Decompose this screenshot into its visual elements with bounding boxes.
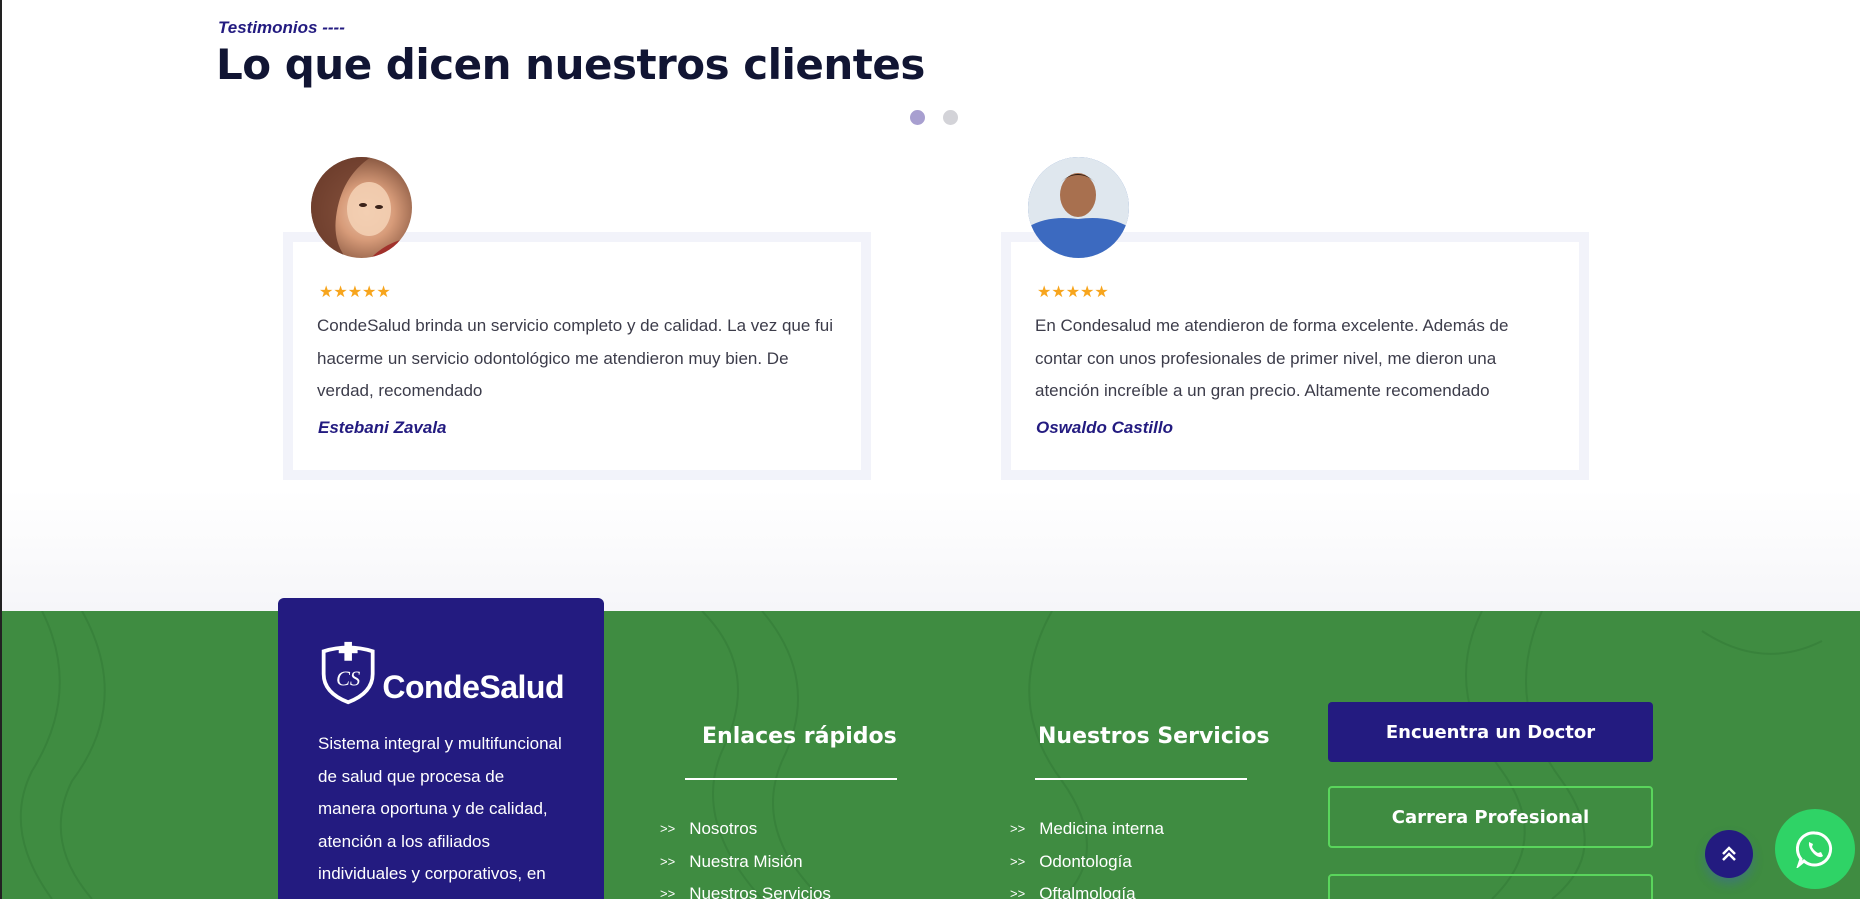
chevron-right-icon: >> bbox=[1010, 853, 1026, 869]
career-button[interactable]: Carrera Profesional bbox=[1328, 786, 1653, 848]
chevron-right-icon: >> bbox=[660, 886, 676, 899]
link-label: Oftalmología bbox=[1039, 884, 1136, 899]
link-label: Medicina interna bbox=[1039, 819, 1164, 838]
logo-text: CondeSalud bbox=[382, 669, 564, 705]
footer-brand-box: CS CondeSalud Sistema integral y multifu… bbox=[278, 598, 604, 899]
chevron-right-icon: >> bbox=[1010, 886, 1026, 899]
shield-cross-logo-icon: CS bbox=[321, 641, 375, 705]
avatar bbox=[311, 157, 412, 258]
avatar-photo-icon bbox=[1028, 157, 1129, 258]
footer-link-nosotros[interactable]: >> Nosotros bbox=[660, 813, 831, 846]
carousel-dots bbox=[910, 110, 958, 125]
carousel-dot-1[interactable] bbox=[910, 110, 925, 125]
chevron-right-icon: >> bbox=[660, 853, 676, 869]
find-doctor-button[interactable]: Encuentra un Doctor bbox=[1328, 702, 1653, 762]
testimonial-quote: En Condesalud me atendieron de forma exc… bbox=[1035, 316, 1509, 400]
section-title: Lo que dicen nuestros clientes bbox=[216, 40, 925, 89]
link-label: Nosotros bbox=[689, 819, 758, 838]
footer-service-odontologia[interactable]: >> Odontología bbox=[1010, 846, 1164, 879]
testimonial-author: Estebani Zavala bbox=[318, 418, 447, 437]
svg-text:CS: CS bbox=[336, 668, 361, 690]
footer-link-mision[interactable]: >> Nuestra Misión bbox=[660, 846, 831, 879]
brand-description: Sistema integral y multifuncional de sal… bbox=[318, 734, 562, 899]
carousel-dot-2[interactable] bbox=[943, 110, 958, 125]
footer-link-servicios[interactable]: >> Nuestros Servicios bbox=[660, 878, 831, 899]
testimonials-section: Testimonios ---- Lo que dicen nuestros c… bbox=[2, 0, 1860, 611]
services-list: >> Medicina interna >> Odontología >> Oftal… bbox=[1010, 813, 1164, 899]
quick-links-divider bbox=[685, 778, 897, 780]
services-title: Nuestros Servicios bbox=[1038, 724, 1270, 749]
chevron-right-icon: >> bbox=[1010, 821, 1026, 836]
footer-outline-button[interactable] bbox=[1328, 874, 1653, 899]
testimonial-quote: CondeSalud brinda un servicio completo y… bbox=[317, 316, 833, 400]
testimonial-card: ★★★★★ CondeSalud brinda un servicio comp… bbox=[283, 232, 871, 480]
testimonial-card-body: ★★★★★ CondeSalud brinda un servicio comp… bbox=[293, 242, 861, 470]
avatar-photo-icon bbox=[311, 157, 412, 258]
testimonial-card-body: ★★★★★ En Condesalud me atendieron de for… bbox=[1011, 242, 1579, 470]
chevron-right-icon: >> bbox=[660, 821, 676, 836]
avatar bbox=[1028, 157, 1129, 258]
footer-service-oftalmologia[interactable]: >> Oftalmología bbox=[1010, 878, 1164, 899]
whatsapp-button[interactable] bbox=[1775, 809, 1855, 889]
star-rating: ★★★★★ bbox=[1037, 282, 1109, 301]
whatsapp-icon bbox=[1796, 831, 1833, 868]
link-label: Nuestra Misión bbox=[689, 851, 803, 871]
section-eyebrow: Testimonios ---- bbox=[218, 18, 345, 37]
footer-logo[interactable]: CS CondeSalud bbox=[318, 640, 564, 706]
link-label: Odontología bbox=[1039, 851, 1132, 871]
double-chevron-up-icon bbox=[1722, 846, 1736, 861]
link-label: Nuestros Servicios bbox=[689, 884, 831, 899]
testimonial-author: Oswaldo Castillo bbox=[1036, 418, 1173, 437]
testimonial-card: ★★★★★ En Condesalud me atendieron de for… bbox=[1001, 232, 1589, 480]
star-rating: ★★★★★ bbox=[319, 282, 391, 301]
scroll-top-button[interactable] bbox=[1705, 830, 1753, 878]
quick-links-list: >> Nosotros >> Nuestra Misión >> Nuestros S… bbox=[660, 813, 831, 899]
services-divider bbox=[1035, 778, 1247, 780]
footer-service-medicina[interactable]: >> Medicina interna bbox=[1010, 813, 1164, 846]
quick-links-title: Enlaces rápidos bbox=[702, 724, 897, 749]
